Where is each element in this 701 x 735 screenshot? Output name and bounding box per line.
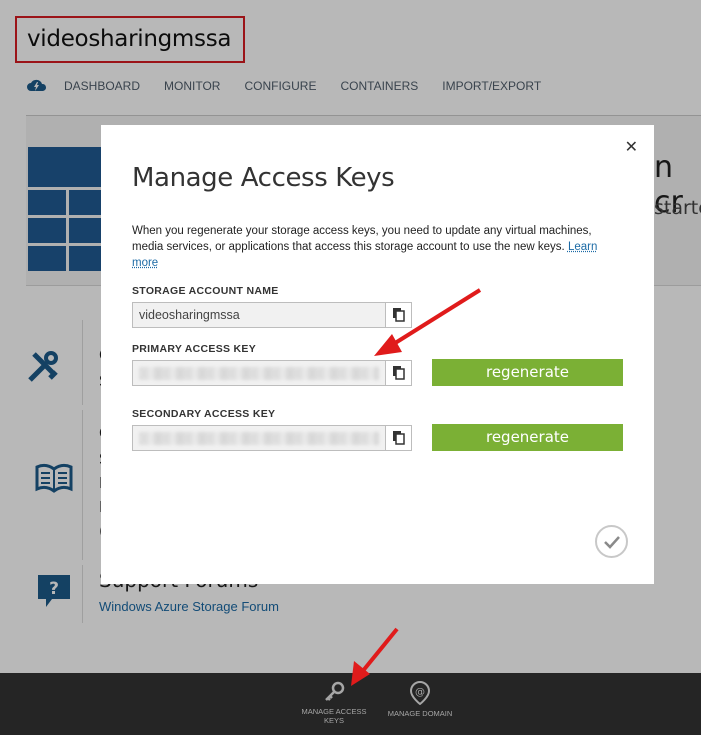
storage-account-label: STORAGE ACCOUNT NAME [132, 285, 279, 297]
storage-account-value[interactable]: videosharingmssa [133, 303, 385, 327]
primary-key-value[interactable] [133, 361, 385, 385]
close-icon[interactable]: ✕ [625, 137, 638, 156]
copy-icon[interactable] [385, 426, 411, 450]
secondary-key-field[interactable] [132, 425, 412, 451]
key-icon [296, 681, 372, 703]
checkmark-icon[interactable] [595, 525, 628, 558]
manage-domain-button[interactable]: @ MANAGE DOMAIN [380, 681, 460, 718]
manage-access-keys-button[interactable]: MANAGE ACCESS KEYS [296, 681, 372, 725]
secondary-key-label: SECONDARY ACCESS KEY [132, 408, 275, 420]
regenerate-secondary-button[interactable]: regenerate [432, 424, 623, 451]
command-bar: MANAGE ACCESS KEYS @ MANAGE DOMAIN [0, 673, 701, 735]
manage-access-keys-label: MANAGE ACCESS KEYS [301, 707, 366, 725]
primary-key-label: PRIMARY ACCESS KEY [132, 343, 256, 355]
at-sign-icon: @ [380, 681, 460, 705]
svg-text:@: @ [415, 687, 425, 698]
primary-key-field[interactable] [132, 360, 412, 386]
dialog-description: When you regenerate your storage access … [132, 223, 612, 271]
storage-account-field[interactable]: videosharingmssa [132, 302, 412, 328]
manage-domain-label: MANAGE DOMAIN [388, 709, 453, 718]
regenerate-primary-button[interactable]: regenerate [432, 359, 623, 386]
copy-icon[interactable] [385, 303, 411, 327]
manage-access-keys-dialog: ✕ Manage Access Keys When you regenerate… [101, 125, 654, 584]
secondary-key-value[interactable] [133, 426, 385, 450]
dialog-title: Manage Access Keys [132, 163, 394, 193]
description-text: When you regenerate your storage access … [132, 225, 592, 253]
copy-icon[interactable] [385, 361, 411, 385]
